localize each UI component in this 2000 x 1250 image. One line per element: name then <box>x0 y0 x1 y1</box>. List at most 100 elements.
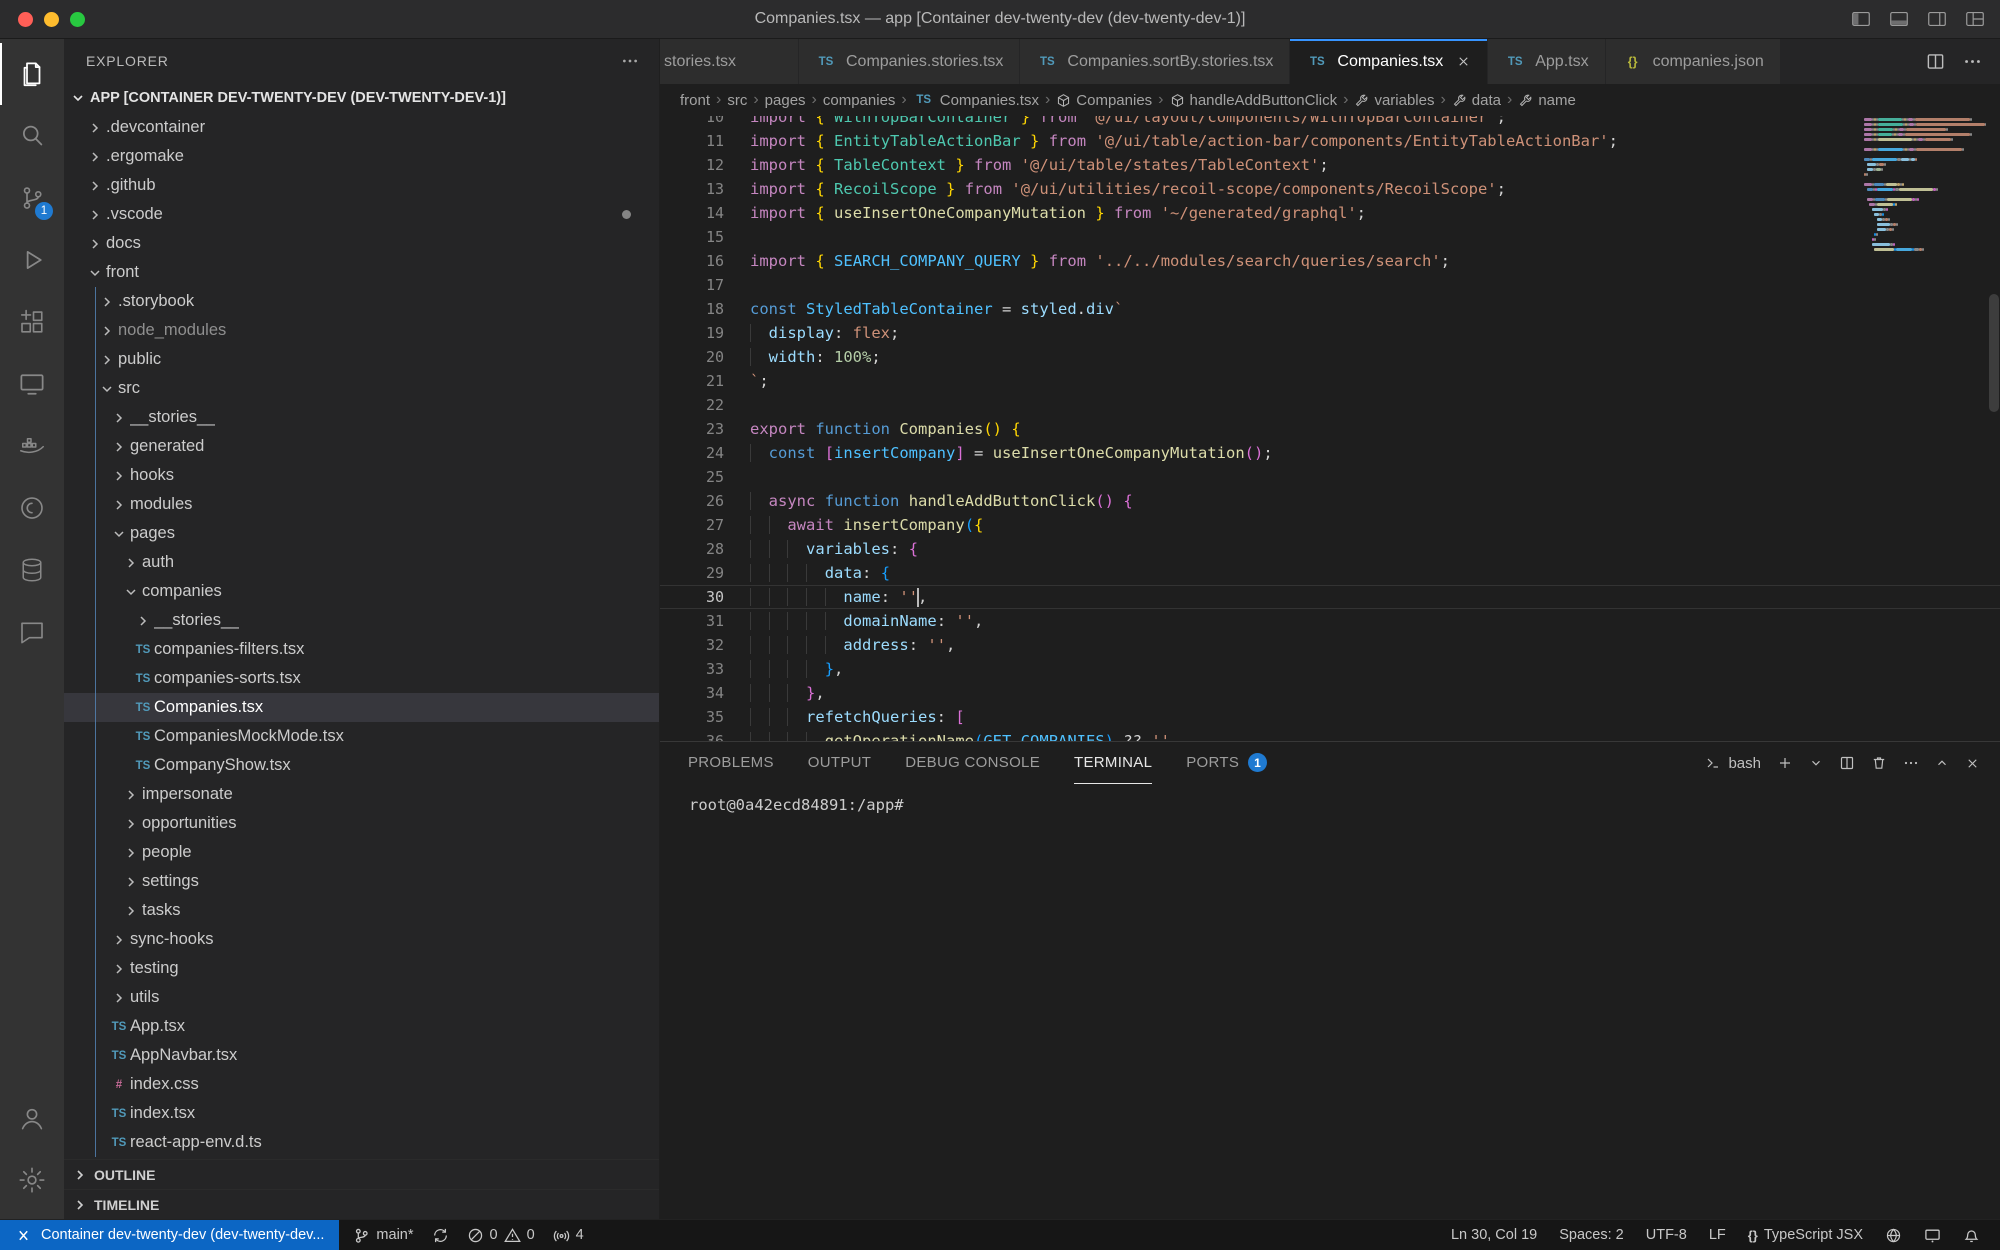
breadcrumb-name[interactable]: name <box>1518 92 1576 109</box>
tab-stories-tsx[interactable]: stories.tsx <box>660 39 799 84</box>
tree-item-index-tsx[interactable]: TSindex.tsx <box>64 1099 659 1128</box>
tab-companies-json[interactable]: {}companies.json <box>1606 39 1781 84</box>
kill-terminal-icon[interactable] <box>1871 755 1887 771</box>
customize-layout-icon[interactable] <box>1964 8 1986 30</box>
activity-accounts[interactable] <box>0 1087 64 1149</box>
maximize-panel-icon[interactable] <box>1935 756 1949 770</box>
toggle-secondary-sidebar-icon[interactable] <box>1926 8 1948 30</box>
close-window-button[interactable] <box>18 12 33 27</box>
split-terminal-icon[interactable] <box>1839 755 1855 771</box>
line-number[interactable]: 22 <box>660 393 750 417</box>
breadcrumb-variables[interactable]: variables <box>1354 92 1434 109</box>
tab-companies-sortby-stories-tsx[interactable]: TSCompanies.sortBy.stories.tsx <box>1020 39 1290 84</box>
editor-scrollbar[interactable] <box>1989 294 1999 412</box>
line-number[interactable]: 33 <box>660 657 750 681</box>
tree-item-react-app-env-d-ts[interactable]: TSreact-app-env.d.ts <box>64 1128 659 1157</box>
minimap[interactable] <box>1864 118 1986 253</box>
screencast-button[interactable] <box>1916 1220 1949 1250</box>
line-number[interactable]: 10 <box>660 116 750 129</box>
line-number[interactable]: 15 <box>660 225 750 249</box>
tree-item-tasks[interactable]: tasks <box>64 896 659 925</box>
notifications-button[interactable] <box>1955 1220 1988 1250</box>
code-editor[interactable]: 10import { WithTopBarContainer } from '@… <box>660 116 2000 741</box>
tree-item-companies[interactable]: companies <box>64 577 659 606</box>
tree-item-hooks[interactable]: hooks <box>64 461 659 490</box>
tree-item-companies-filters-tsx[interactable]: TScompanies-filters.tsx <box>64 635 659 664</box>
tree-item-app-tsx[interactable]: TSApp.tsx <box>64 1012 659 1041</box>
activity-docker[interactable] <box>0 415 64 477</box>
panel-more-actions-icon[interactable] <box>1903 755 1919 771</box>
tree-item-sync-hooks[interactable]: sync-hooks <box>64 925 659 954</box>
tree-item-public[interactable]: public <box>64 345 659 374</box>
breadcrumb-handleaddbuttonclick[interactable]: handleAddButtonClick <box>1170 92 1338 109</box>
line-number[interactable]: 16 <box>660 249 750 273</box>
tree-item-companies-tsx[interactable]: TSCompanies.tsx <box>64 693 659 722</box>
launch-profile-chevron-icon[interactable] <box>1809 756 1823 770</box>
encoding-indicator[interactable]: UTF-8 <box>1638 1220 1695 1250</box>
tree-item-people[interactable]: people <box>64 838 659 867</box>
language-mode[interactable]: {} TypeScript JSX <box>1740 1220 1871 1250</box>
tree-item-modules[interactable]: modules <box>64 490 659 519</box>
tree-item-front[interactable]: front <box>64 258 659 287</box>
tree-item-stories[interactable]: __stories__ <box>64 403 659 432</box>
tab-companies-stories-tsx[interactable]: TSCompanies.stories.tsx <box>799 39 1020 84</box>
breadcrumb-companies[interactable]: Companies <box>1056 92 1152 109</box>
activity-database[interactable] <box>0 539 64 601</box>
outline-section[interactable]: OUTLINE <box>64 1159 659 1189</box>
tree-item-utils[interactable]: utils <box>64 983 659 1012</box>
line-number[interactable]: 25 <box>660 465 750 489</box>
tree-item-pages[interactable]: pages <box>64 519 659 548</box>
activity-source-control[interactable]: 1 <box>0 167 64 229</box>
line-number[interactable]: 36 <box>660 729 750 741</box>
tree-item-settings[interactable]: settings <box>64 867 659 896</box>
breadcrumb-front[interactable]: front <box>680 92 710 109</box>
remote-indicator[interactable]: Container dev-twenty-dev (dev-twenty-dev… <box>0 1220 339 1250</box>
cursor-position[interactable]: Ln 30, Col 19 <box>1443 1220 1545 1250</box>
panel-tab-debug-console[interactable]: DEBUG CONSOLE <box>905 742 1040 784</box>
tree-item-docs[interactable]: docs <box>64 229 659 258</box>
line-number[interactable]: 12 <box>660 153 750 177</box>
eol-indicator[interactable]: LF <box>1701 1220 1734 1250</box>
line-number[interactable]: 24 <box>660 441 750 465</box>
tree-item-auth[interactable]: auth <box>64 548 659 577</box>
line-number[interactable]: 31 <box>660 609 750 633</box>
tree-item-ergomake[interactable]: .ergomake <box>64 142 659 171</box>
line-number[interactable]: 30 <box>660 585 750 609</box>
tree-item-vscode[interactable]: .vscode <box>64 200 659 229</box>
workspace-section-header[interactable]: APP [CONTAINER DEV-TWENTY-DEV (DEV-TWENT… <box>64 83 659 113</box>
tree-item-opportunities[interactable]: opportunities <box>64 809 659 838</box>
line-number[interactable]: 28 <box>660 537 750 561</box>
tree-item-generated[interactable]: generated <box>64 432 659 461</box>
branch-indicator[interactable]: main* <box>345 1220 421 1250</box>
line-number[interactable]: 18 <box>660 297 750 321</box>
activity-explorer[interactable] <box>0 43 64 105</box>
timeline-section[interactable]: TIMELINE <box>64 1189 659 1219</box>
line-number[interactable]: 27 <box>660 513 750 537</box>
minimize-window-button[interactable] <box>44 12 59 27</box>
tree-item-companiesmockmode-tsx[interactable]: TSCompaniesMockMode.tsx <box>64 722 659 751</box>
breadcrumb-pages[interactable]: pages <box>765 92 806 109</box>
panel-tab-problems[interactable]: PROBLEMS <box>688 742 774 784</box>
tree-item-node-modules[interactable]: node_modules <box>64 316 659 345</box>
sync-changes-button[interactable] <box>424 1220 457 1250</box>
shell-selector[interactable]: bash <box>1705 755 1761 772</box>
panel-tab-ports[interactable]: PORTS1 <box>1186 742 1267 784</box>
indentation-indicator[interactable]: Spaces: 2 <box>1551 1220 1632 1250</box>
close-panel-icon[interactable] <box>1965 756 1980 771</box>
tree-item-storybook[interactable]: .storybook <box>64 287 659 316</box>
tree-item-impersonate[interactable]: impersonate <box>64 780 659 809</box>
tree-item-appnavbar-tsx[interactable]: TSAppNavbar.tsx <box>64 1041 659 1070</box>
line-number[interactable]: 20 <box>660 345 750 369</box>
activity-live-share[interactable] <box>0 477 64 539</box>
breadcrumb-src[interactable]: src <box>727 92 747 109</box>
tree-item-testing[interactable]: testing <box>64 954 659 983</box>
tree-item-index-css[interactable]: #index.css <box>64 1070 659 1099</box>
breadcrumb-data[interactable]: data <box>1452 92 1501 109</box>
line-number[interactable]: 29 <box>660 561 750 585</box>
tree-item-src[interactable]: src <box>64 374 659 403</box>
editor-more-actions-icon[interactable] <box>1963 52 1982 71</box>
line-number[interactable]: 26 <box>660 489 750 513</box>
line-number[interactable]: 17 <box>660 273 750 297</box>
views-more-actions-icon[interactable] <box>621 52 639 70</box>
terminal-output[interactable]: root@0a42ecd84891:/app# <box>660 784 2000 814</box>
